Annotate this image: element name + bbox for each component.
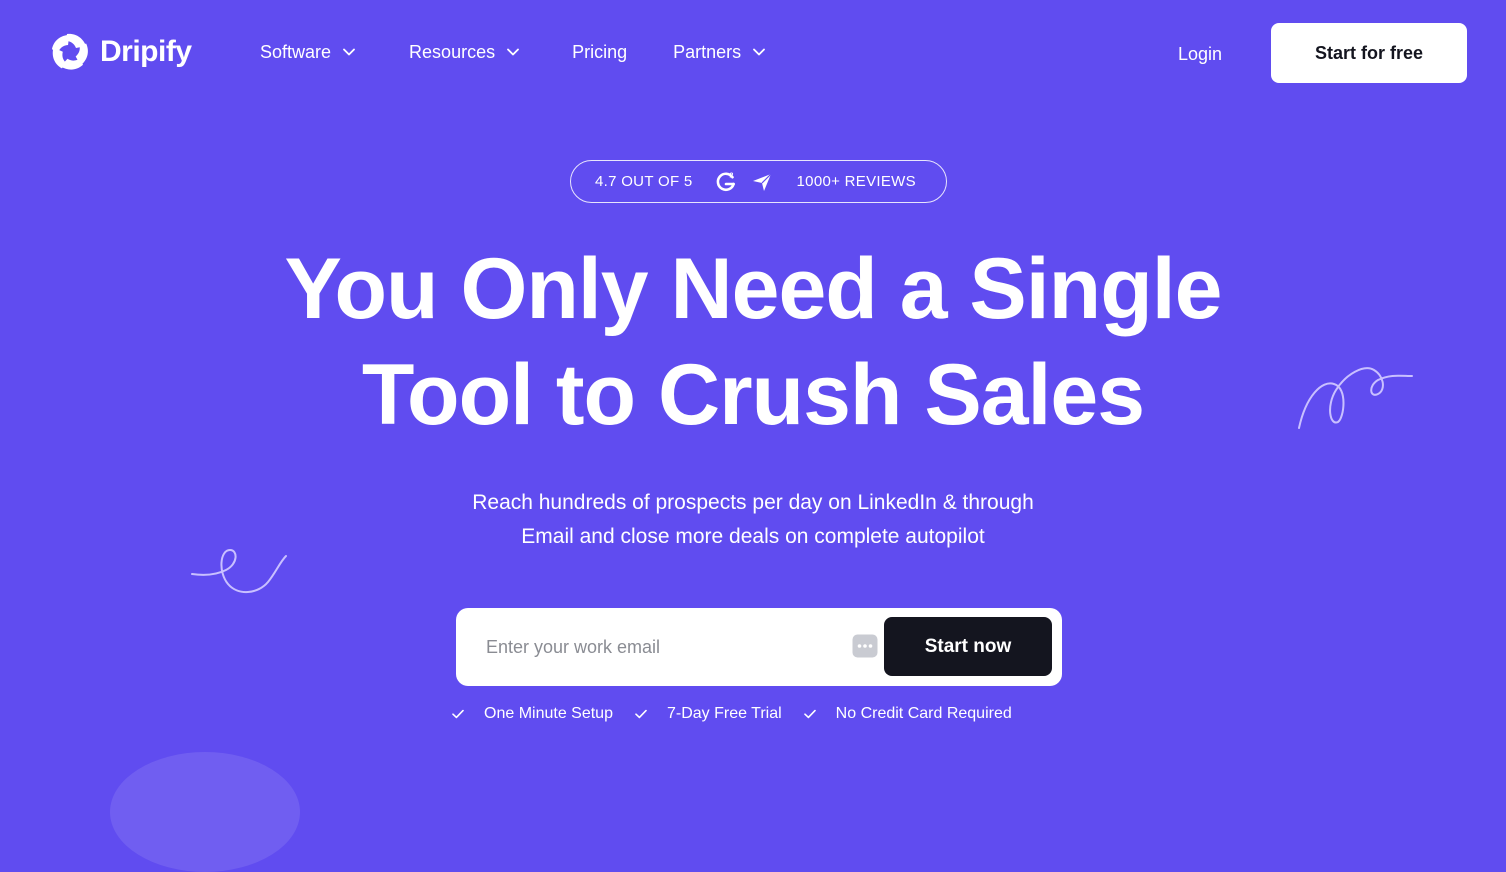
- perk-item: One Minute Setup: [452, 702, 613, 726]
- hero-headline: You Only Need a Single Tool to Crush Sal…: [153, 236, 1353, 448]
- perk-label: 7-Day Free Trial: [666, 705, 782, 722]
- headline-line-2: Tool to Crush Sales: [361, 347, 1145, 443]
- rating-score: 4.7 OUT OF 5: [595, 173, 693, 190]
- chevron-down-icon: [343, 48, 355, 56]
- perk-item: No Credit Card Required: [803, 702, 1012, 726]
- squiggle-decoration-icon: [1298, 367, 1413, 429]
- hero-subtitle: Reach hundreds of prospects per day on L…: [403, 486, 1103, 554]
- nav-item-partners[interactable]: Partners: [673, 38, 766, 66]
- site-header: Dripify Software Resources Pricing Partn…: [0, 0, 1506, 106]
- brand-name: Dripify: [100, 35, 192, 68]
- check-icon: [452, 709, 464, 719]
- nav-item-software[interactable]: Software: [260, 38, 355, 66]
- email-input[interactable]: [468, 618, 848, 676]
- nav-item-resources[interactable]: Resources: [409, 38, 519, 66]
- main-nav: Software Resources Pricing Partners: [260, 38, 766, 66]
- squiggle-decoration-icon: [191, 548, 287, 593]
- subtitle-line-2: Email and close more deals on complete a…: [521, 525, 985, 548]
- subtitle-line-1: Reach hundreds of prospects per day on L…: [472, 491, 1034, 514]
- capterra-icon: [752, 173, 771, 191]
- check-icon: [635, 709, 647, 719]
- nav-item-label: Partners: [673, 42, 742, 62]
- aperture-logo-icon: [51, 33, 88, 70]
- chevron-down-icon: [507, 48, 519, 56]
- nav-item-label: Pricing: [572, 42, 628, 62]
- perk-label: One Minute Setup: [484, 705, 613, 722]
- start-for-free-button[interactable]: Start for free: [1271, 23, 1467, 83]
- svg-text:2: 2: [729, 172, 733, 179]
- chevron-down-icon: [753, 48, 766, 56]
- rating-badge: 4.7 OUT OF 5 2 1000+ REVIEWS: [570, 160, 947, 203]
- password-manager-icon[interactable]: [852, 634, 878, 658]
- check-icon: [803, 709, 816, 719]
- background-blob: [110, 752, 300, 872]
- signup-form: Start now: [456, 608, 1062, 686]
- g2-icon: 2: [716, 172, 735, 191]
- nav-item-label: Resources: [409, 42, 496, 62]
- nav-item-pricing[interactable]: Pricing: [572, 38, 627, 66]
- perks-list: One Minute Setup 7-Day Free Trial No Cre…: [452, 702, 1012, 726]
- perk-item: 7-Day Free Trial: [635, 702, 782, 726]
- perk-label: No Credit Card Required: [835, 705, 1012, 722]
- reviews-count: 1000+ REVIEWS: [796, 173, 916, 190]
- nav-item-label: Software: [260, 42, 332, 62]
- brand-logo[interactable]: Dripify: [50, 32, 192, 72]
- login-link[interactable]: Login: [1178, 40, 1222, 68]
- headline-line-1: You Only Need a Single: [284, 241, 1223, 337]
- start-now-button[interactable]: Start now: [884, 617, 1052, 676]
